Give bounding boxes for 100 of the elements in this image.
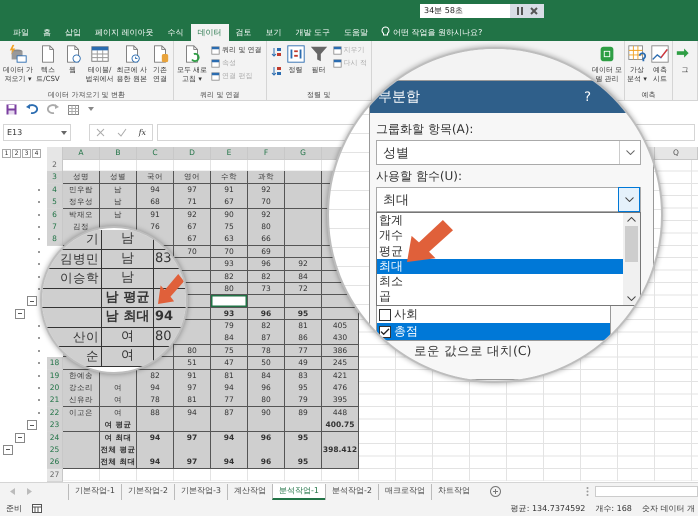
macro-recording-icon[interactable] [32, 504, 42, 512]
table-cell: 남 [102, 269, 154, 288]
save-icon[interactable] [6, 104, 17, 114]
table-cell: 남 [102, 230, 154, 250]
window-icon [211, 46, 220, 54]
table-cell [248, 295, 285, 308]
add-sheet-icon[interactable] [490, 486, 501, 497]
collapse-button[interactable] [15, 432, 25, 443]
table-cell [248, 419, 285, 432]
dropdown-option[interactable]: 개수 [377, 228, 623, 244]
checkbox-label[interactable]: 로운 값으로 대치(C) [414, 343, 641, 359]
collapse-button[interactable] [27, 420, 37, 430]
field-label: 그룹화할 항목(A): [376, 121, 474, 137]
ribbon-tab[interactable]: 수식 [160, 24, 191, 41]
checkbox[interactable] [379, 326, 391, 338]
collapse-button[interactable] [15, 308, 25, 319]
window-icon [211, 72, 220, 80]
table-cell [285, 171, 322, 184]
table-cell [211, 419, 248, 432]
table-cell [285, 184, 322, 197]
ribbon-tab[interactable]: 개발 도구 [288, 24, 338, 41]
table-cell [285, 233, 322, 246]
table-cell [63, 456, 100, 470]
table-cell [174, 419, 211, 432]
name-box[interactable]: E13 [3, 124, 71, 141]
status-count: 개수: 168 [595, 502, 632, 514]
ribbon-tab[interactable]: 도움말 [337, 24, 376, 41]
help-button[interactable]: ? [584, 90, 591, 104]
tell-me-search[interactable]: 어떤 작업을 원하시나요? [393, 24, 482, 41]
ribbon-tab[interactable]: 홈 [36, 24, 58, 41]
table-cell: 여 [102, 328, 154, 347]
table-cell [63, 419, 100, 432]
check-icon[interactable] [116, 128, 127, 137]
dropdown-icon[interactable] [88, 107, 94, 111]
checkbox[interactable] [379, 308, 391, 320]
dropdown-option[interactable]: 최소 [377, 274, 623, 290]
sort-descending-icon [270, 65, 282, 76]
table-cell [285, 295, 322, 308]
lightbulb-icon [381, 26, 390, 37]
table-cell [285, 419, 322, 432]
funnel-icon [308, 44, 329, 64]
table-cell [42, 288, 102, 308]
dropdown-option[interactable]: 곱 [377, 289, 623, 305]
sort-ascending-icon [270, 46, 282, 57]
column-list-item[interactable]: 사회 [377, 306, 610, 323]
table-cell [322, 456, 359, 470]
dialog-title: 부분합 [378, 88, 420, 106]
table-icon[interactable] [68, 104, 79, 114]
scroll-up-icon[interactable] [627, 217, 636, 222]
pointer-arrow [158, 274, 184, 304]
table-cell: 남 평균 [102, 288, 154, 308]
pointer-arrow [407, 220, 453, 262]
function-select[interactable]: 최대 [376, 187, 641, 212]
dropdown-option[interactable]: 합계 [377, 213, 623, 228]
column-list-item[interactable]: 총점 [377, 323, 610, 340]
close-icon[interactable] [530, 7, 538, 15]
undo-icon[interactable] [26, 104, 38, 114]
scroll-down-icon[interactable] [627, 296, 636, 301]
ribbon-tab[interactable]: 보기 [258, 24, 289, 41]
chevron-down-icon [624, 197, 634, 202]
table-cell [285, 246, 322, 258]
group-by-select[interactable]: 성별 [376, 140, 641, 165]
table-cell [63, 432, 100, 445]
insert-function-button[interactable]: fx [138, 128, 146, 137]
status-numeric-count: 숫자 데이터 개 [642, 502, 695, 514]
ribbon-tab[interactable]: 파일 [6, 24, 36, 41]
ribbon-tab[interactable]: 검토 [228, 24, 259, 41]
ribbon-tab[interactable]: 페이지 레이아웃 [88, 24, 161, 41]
status-average: 평균: 134.7374592 [510, 502, 586, 514]
field-label: 사용할 함수(U): [376, 168, 464, 184]
chart-icon [650, 44, 670, 64]
collapse-button[interactable] [3, 444, 13, 455]
sheet-tab[interactable]: 분석작업-1 [272, 484, 325, 500]
caret-icon [61, 130, 67, 134]
database-icon [8, 44, 28, 64]
collapse-button[interactable] [27, 296, 37, 306]
dropdown-option[interactable]: 평균 [377, 244, 623, 259]
dropdown-option[interactable]: 최대 [377, 258, 623, 274]
window-icon [211, 58, 220, 68]
sort-icon [286, 44, 306, 64]
horizontal-scrollbar[interactable] [594, 486, 698, 497]
scroll-thumb[interactable] [625, 226, 638, 262]
table-cell: 남 최대 [102, 308, 154, 328]
table-cell [285, 208, 322, 222]
table-cell: 남 [102, 250, 154, 269]
table-cell [174, 332, 211, 345]
more-icon[interactable] [586, 487, 589, 496]
window-icon [332, 58, 342, 68]
ribbon-tab[interactable]: 데이터 [190, 24, 229, 41]
active-cell[interactable] [211, 295, 248, 308]
table-cell [322, 308, 359, 320]
timer-display: 34분 58초 [420, 4, 510, 18]
pause-icon[interactable] [516, 7, 524, 15]
ribbon-tab[interactable]: 삽입 [58, 24, 88, 41]
table-cell: 여 [102, 347, 154, 366]
chevron-down-icon [626, 150, 634, 155]
table-cell [285, 196, 322, 210]
table-cell [322, 432, 359, 445]
grid-icon [627, 44, 647, 64]
vertical-scrollbar[interactable] [623, 213, 640, 305]
